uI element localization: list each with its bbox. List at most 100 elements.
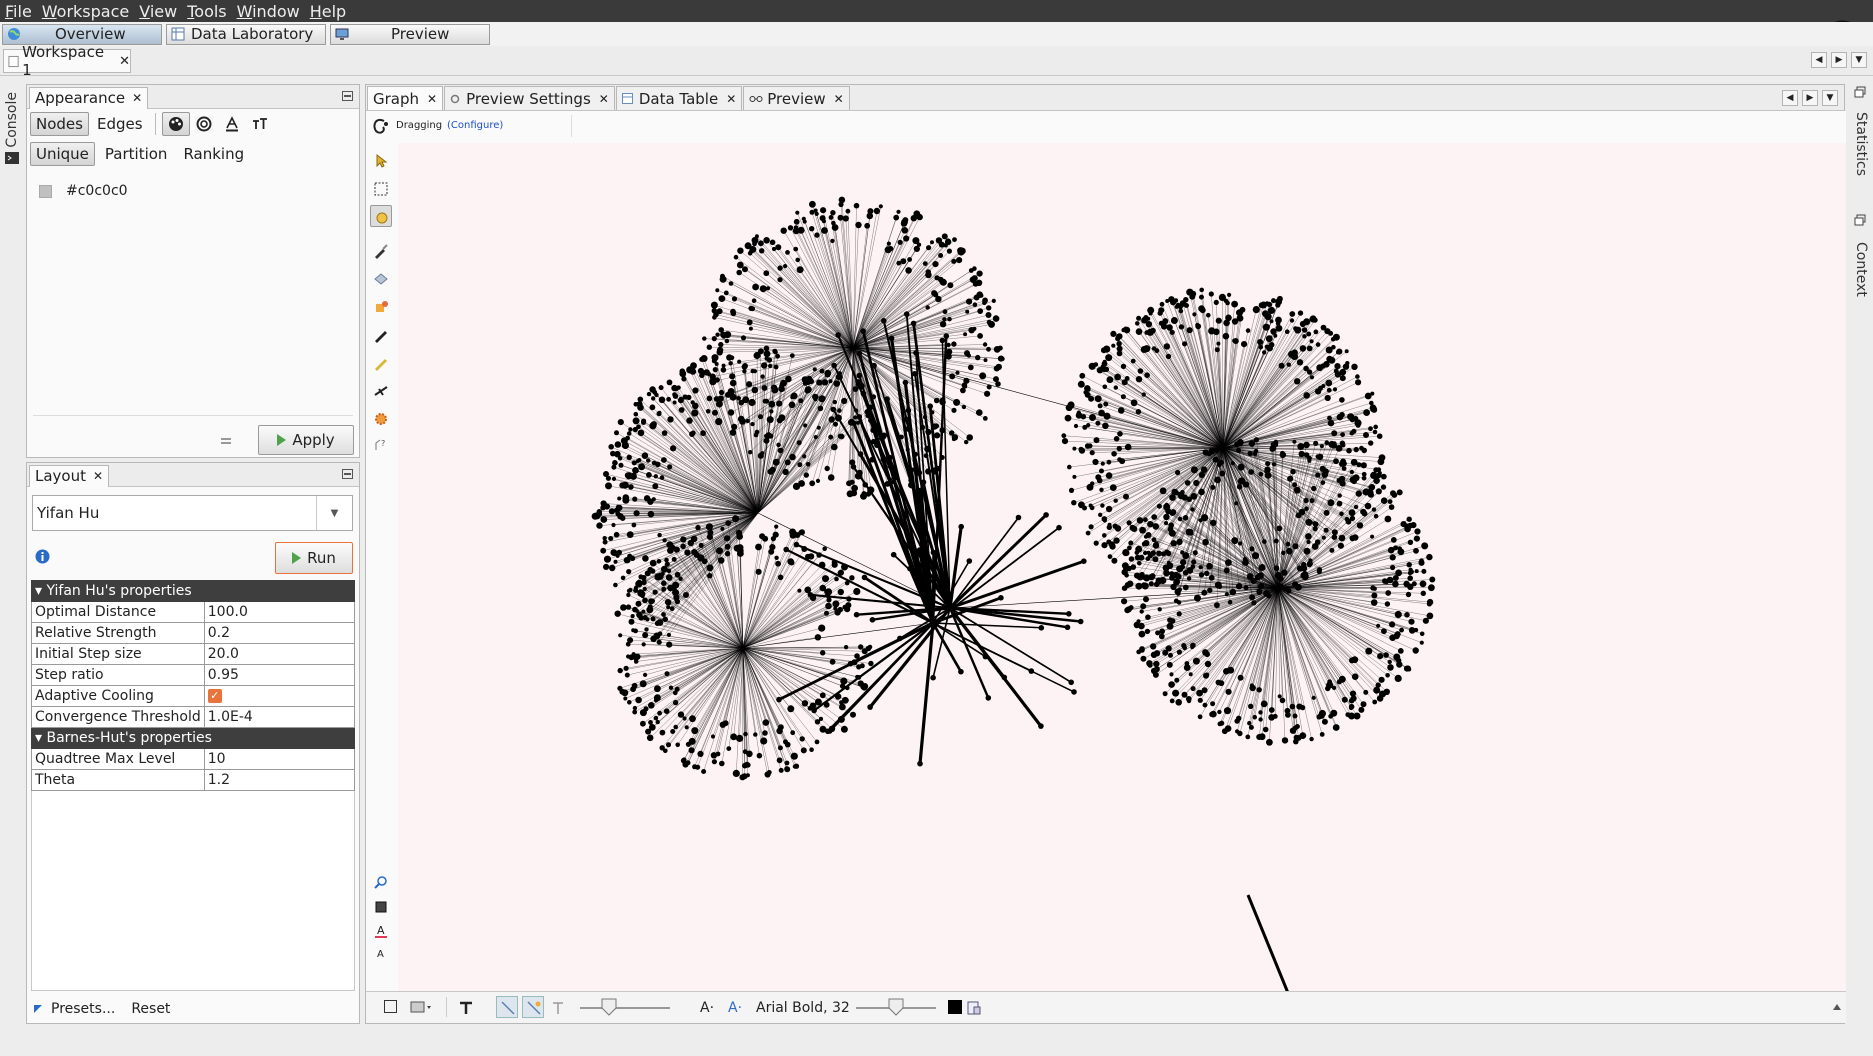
scroll-right-icon[interactable]: ▶: [1831, 52, 1847, 68]
chevron-down-icon[interactable]: ▼: [316, 496, 352, 530]
text-tool-icon[interactable]: [458, 1000, 474, 1016]
pointer-icon[interactable]: [373, 153, 389, 169]
run-button[interactable]: Run: [275, 542, 353, 574]
scroll-left-icon[interactable]: ◀: [1811, 52, 1827, 68]
label-size-button[interactable]: [246, 112, 274, 136]
camera-settings-icon[interactable]: [410, 1000, 432, 1014]
expand-icon[interactable]: [33, 1004, 43, 1014]
dropdown-icon[interactable]: ▼: [1851, 52, 1867, 68]
menu-item-window[interactable]: Window: [232, 2, 305, 21]
unique-tab[interactable]: Unique: [30, 142, 95, 166]
menu-item-help[interactable]: Help: [305, 2, 351, 21]
checkbox-checked-icon[interactable]: ✓: [207, 689, 222, 703]
menu-item-file[interactable]: File: [0, 2, 37, 21]
apply-button[interactable]: Apply: [258, 425, 354, 455]
color-swatch[interactable]: [39, 184, 52, 198]
zoom-fit-icon[interactable]: [373, 875, 389, 891]
painter-icon[interactable]: [373, 299, 389, 315]
font-label[interactable]: Arial Bold, 32: [756, 1000, 850, 1016]
label-font-icon[interactable]: A: [373, 945, 389, 961]
dropdown-icon[interactable]: ▼: [1822, 90, 1838, 106]
workspace-tab[interactable]: Workspace 1 ✕: [3, 43, 131, 79]
ranking-tab[interactable]: Ranking: [177, 142, 250, 166]
close-icon[interactable]: ✕: [726, 92, 736, 106]
color-transformer-button[interactable]: [161, 112, 190, 136]
font-size-decrease-icon[interactable]: A·: [700, 1000, 714, 1016]
info-icon[interactable]: [35, 549, 50, 564]
label-color-swatch[interactable]: [948, 1000, 962, 1014]
edges-visible-toggle[interactable]: [496, 996, 518, 1018]
appearance-tab[interactable]: Appearance ✕: [29, 86, 149, 109]
unique-color-row[interactable]: #c0c0c0: [39, 183, 128, 199]
rectangle-select-icon[interactable]: [373, 181, 389, 197]
menu-item-view[interactable]: View: [134, 2, 182, 21]
collapse-icon[interactable]: [1832, 1002, 1842, 1012]
network-graph[interactable]: [398, 143, 1846, 993]
scroll-left-icon[interactable]: ◀: [1782, 90, 1798, 106]
restore-icon[interactable]: [1854, 214, 1866, 226]
drag-handle-icon[interactable]: [221, 438, 231, 444]
label-color-icon[interactable]: A: [373, 923, 389, 939]
reset-button[interactable]: Reset: [131, 1001, 170, 1017]
edges-tab[interactable]: Edges: [91, 112, 149, 136]
statistics-tab[interactable]: Statistics: [1853, 112, 1869, 176]
layout-algorithm-select[interactable]: Yifan Hu ▼: [32, 495, 353, 531]
layout-tab[interactable]: Layout ✕: [29, 464, 110, 487]
brush-icon[interactable]: [373, 243, 389, 259]
property-value[interactable]: ✓: [203, 685, 356, 707]
font-size-increase-icon[interactable]: A·: [728, 1000, 742, 1016]
preview-mode-button[interactable]: Preview: [330, 23, 490, 45]
property-value[interactable]: 0.2: [203, 622, 356, 644]
overview-mode-button[interactable]: Overview: [2, 23, 162, 45]
edge-color-toggle[interactable]: [522, 996, 544, 1018]
property-value[interactable]: 1.0E-4: [203, 706, 356, 728]
tab-preview[interactable]: Preview ✕: [743, 86, 850, 110]
edge-label-icon[interactable]: [550, 1000, 566, 1016]
background-color-icon[interactable]: [373, 899, 389, 915]
drag-tool-button[interactable]: [370, 205, 392, 227]
close-icon[interactable]: ✕: [93, 469, 103, 483]
presets-button[interactable]: Presets...: [51, 1001, 115, 1017]
close-icon[interactable]: ✕: [427, 92, 437, 106]
tab-data-table[interactable]: Data Table ✕: [615, 86, 743, 110]
slider-thumb-icon[interactable]: [888, 998, 904, 1016]
console-tab[interactable]: Console: [4, 92, 20, 148]
context-tab[interactable]: Context: [1853, 242, 1869, 297]
property-section-header[interactable]: ▾ Yifan Hu's properties: [31, 580, 355, 602]
edge-scale-slider[interactable]: [580, 1007, 670, 1009]
property-section-header[interactable]: ▾ Barnes-Hut's properties: [31, 727, 355, 749]
diamond-icon[interactable]: [373, 271, 389, 287]
tab-graph[interactable]: Graph ✕: [367, 86, 444, 110]
close-icon[interactable]: ✕: [119, 54, 130, 69]
configure-link[interactable]: (Configure): [447, 120, 503, 131]
minimize-icon[interactable]: [342, 469, 353, 479]
label-color-button[interactable]: [218, 112, 246, 136]
menu-item-workspace[interactable]: Workspace: [37, 2, 134, 21]
slider-thumb-icon[interactable]: [601, 998, 617, 1016]
shortest-path-icon[interactable]: [373, 383, 389, 399]
attributes-icon[interactable]: [966, 1000, 982, 1016]
pen-icon[interactable]: [373, 355, 389, 371]
size-transformer-button[interactable]: [190, 112, 218, 136]
close-icon[interactable]: ✕: [834, 92, 844, 106]
property-value[interactable]: 1.2: [203, 769, 356, 791]
close-icon[interactable]: ✕: [599, 92, 609, 106]
nodes-tab[interactable]: Nodes: [30, 112, 89, 136]
minimize-icon[interactable]: [342, 91, 353, 101]
heat-graph-icon[interactable]: [373, 411, 389, 427]
data-laboratory-mode-button[interactable]: Data Laboratory: [166, 23, 326, 45]
graph-canvas[interactable]: [398, 143, 1846, 993]
close-icon[interactable]: ✕: [132, 91, 142, 105]
property-value[interactable]: 20.0: [203, 643, 356, 665]
screenshot-icon[interactable]: [384, 1000, 397, 1013]
property-value[interactable]: 100.0: [203, 601, 356, 623]
scroll-right-icon[interactable]: ▶: [1802, 90, 1818, 106]
property-value[interactable]: 0.95: [203, 664, 356, 686]
restore-icon[interactable]: [1854, 86, 1866, 98]
property-value[interactable]: 10: [203, 748, 356, 770]
pencil-icon[interactable]: [373, 327, 389, 343]
tab-preview-settings[interactable]: Preview Settings ✕: [444, 86, 615, 110]
edit-icon[interactable]: ?: [373, 437, 389, 453]
menu-item-tools[interactable]: Tools: [182, 2, 231, 21]
partition-tab[interactable]: Partition: [99, 142, 174, 166]
